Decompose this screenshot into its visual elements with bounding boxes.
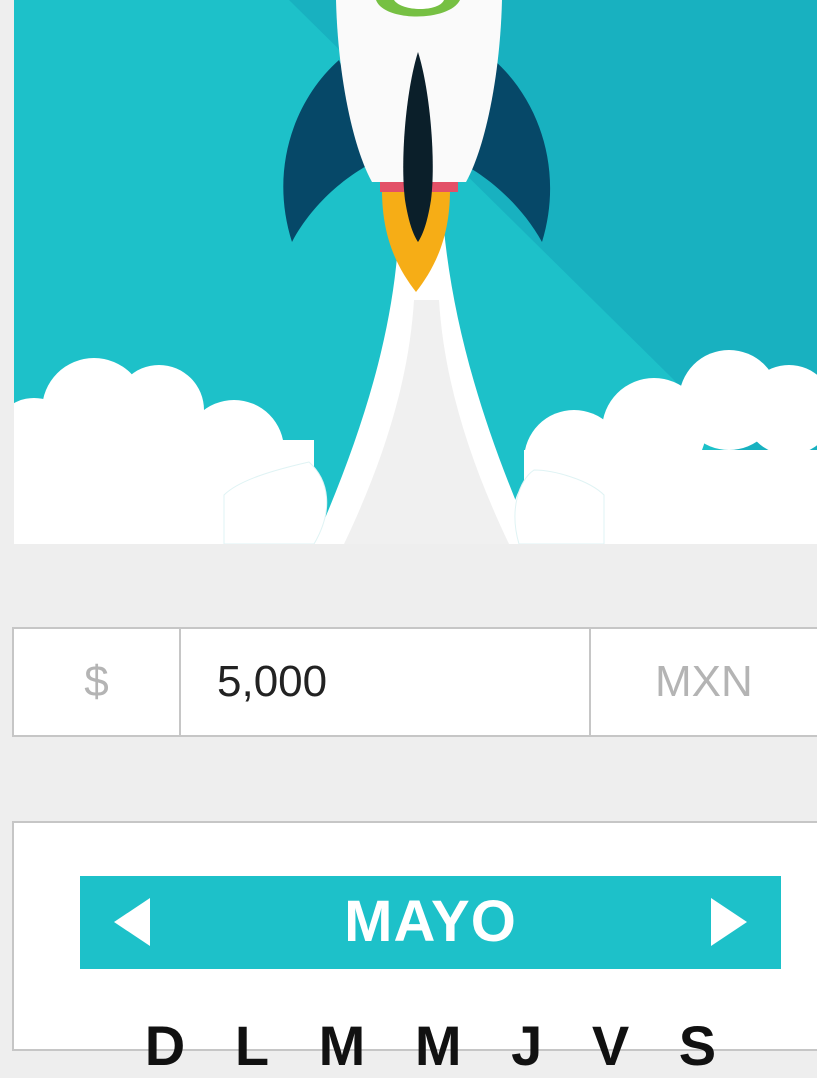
amount-input-group: $ MXN [12, 627, 817, 737]
calendar-card: MAYO D L M M J V S [12, 821, 817, 1077]
weekday-label: S [678, 1014, 717, 1077]
triangle-right-icon [711, 898, 747, 946]
weekday-label: M [318, 1014, 366, 1077]
weekday-label: L [234, 1014, 270, 1077]
weekday-label: J [511, 1014, 543, 1077]
weekday-label: V [591, 1014, 630, 1077]
weekday-header: D L M M J V S [80, 1013, 781, 1078]
hero-illustration [14, 0, 817, 544]
weekday-label: D [144, 1014, 186, 1077]
currency-code: MXN [655, 657, 753, 706]
rocket-launch-illustration [14, 0, 817, 544]
currency-symbol: $ [14, 629, 181, 735]
next-month-button[interactable] [699, 894, 759, 951]
month-header: MAYO [80, 876, 781, 969]
amount-input[interactable] [181, 629, 591, 735]
weekday-label: M [414, 1014, 462, 1077]
month-label: MAYO [344, 889, 517, 954]
